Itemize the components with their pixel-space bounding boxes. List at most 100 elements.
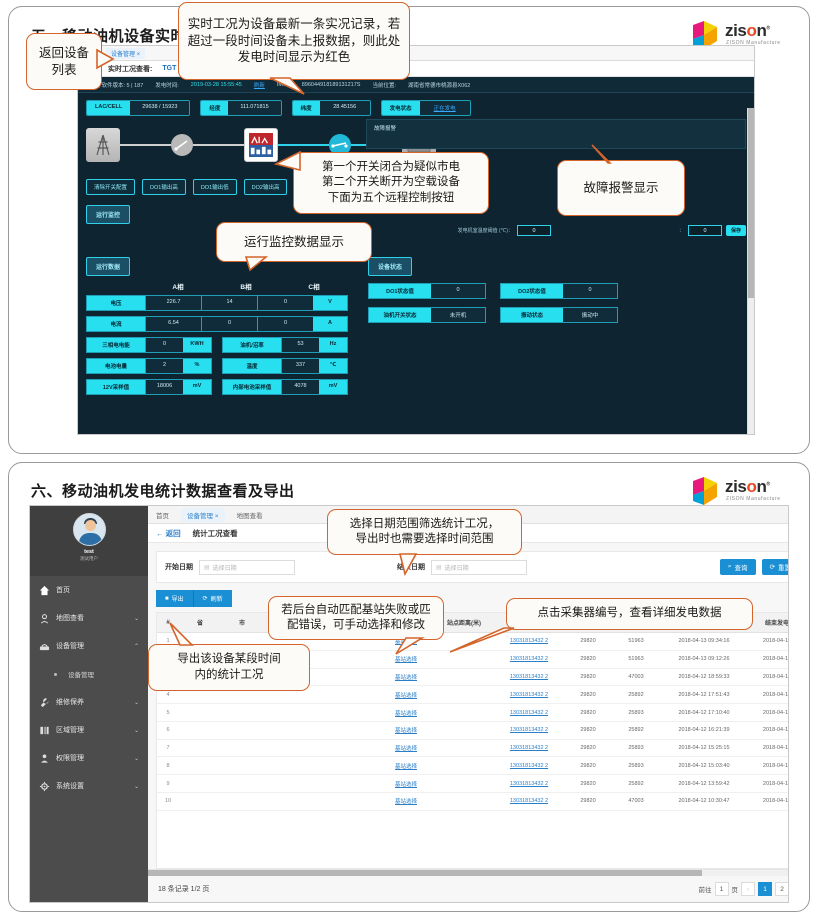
- calendar-icon: ▤: [436, 564, 442, 571]
- avatar[interactable]: [72, 513, 106, 546]
- cell-site-link[interactable]: 基站选择: [377, 756, 435, 776]
- temp-threshold-input[interactable]: 0: [516, 225, 551, 236]
- cell-district: [263, 756, 305, 776]
- device-status-tab[interactable]: 设备状态: [368, 257, 413, 276]
- cell-cellid: 25892: [611, 774, 661, 794]
- cell-end-time: 2018-04-12: [747, 721, 788, 740]
- realtime-status-app: 首页 设备管理 × 返回 实时工况查看: TGT 硬件 | 软件版本: 5 | …: [77, 45, 755, 435]
- run-monitor-tab[interactable]: 运行监控: [86, 205, 131, 224]
- refresh-label: 刷新: [210, 597, 223, 603]
- cell-collector-link[interactable]: 13031813432 2: [493, 792, 565, 811]
- chip-latitude: 纬度 28.45156: [291, 100, 371, 116]
- user-profile: test 测试用户: [30, 506, 148, 576]
- cell-site-link[interactable]: 基站选择: [377, 703, 435, 722]
- user-shield-icon: [39, 753, 50, 764]
- chip-value[interactable]: 正在发电: [419, 101, 470, 115]
- scrollbar-thumb[interactable]: [748, 108, 754, 298]
- run-data-tab[interactable]: 运行数据: [86, 257, 131, 276]
- cell-collector-link[interactable]: 13031813432 2: [493, 756, 565, 776]
- status-chips: LAC/CELL 29638 / 15923 经度 111.071815 纬度 …: [78, 93, 754, 122]
- phase-b-value: 0: [201, 317, 257, 331]
- cell-label: 油机/沼率: [223, 338, 281, 352]
- sidebar-item-maintenance[interactable]: 维修保养 ⌄: [30, 688, 148, 716]
- row-index: 5: [157, 703, 179, 722]
- cell-province: [179, 703, 221, 722]
- cell-site-link[interactable]: 基站选择: [377, 792, 435, 811]
- do1-low-button[interactable]: DO1输出低: [192, 179, 237, 195]
- horizontal-scrollbar[interactable]: ▸: [148, 869, 788, 876]
- item-label: 油机开关状态: [369, 308, 431, 322]
- sidebar-item-system-settings[interactable]: 系统设置 ⌄: [30, 772, 148, 800]
- sidebar-item-label: 首页: [56, 587, 70, 594]
- page-button-1[interactable]: 1: [758, 882, 772, 896]
- start-date-input[interactable]: ▤ 选择日期: [199, 559, 295, 575]
- save-button[interactable]: 保存: [725, 225, 746, 236]
- cell-collector-link[interactable]: 13031813432 2: [493, 703, 565, 722]
- end-date-input[interactable]: ▤ 选择日期: [431, 559, 527, 575]
- chip-key: 经度: [201, 101, 229, 115]
- cell-site-link[interactable]: 基站选择: [377, 721, 435, 740]
- sidebar-item-map[interactable]: 地图查看 ⌄: [30, 604, 148, 632]
- location-label: 当前位置:: [372, 82, 396, 89]
- do2-high-button[interactable]: DO2输出高: [243, 179, 288, 195]
- tab-home[interactable]: 首页: [156, 510, 169, 520]
- cell-site-link[interactable]: 基站选择: [377, 668, 435, 687]
- reset-button[interactable]: ⟳ 重置: [761, 559, 788, 575]
- do1-high-button[interactable]: DO1输出高: [142, 179, 186, 195]
- refresh-link[interactable]: 刷新: [254, 81, 265, 89]
- cell-end-time: 2018-04-12: [747, 739, 788, 758]
- refresh-button[interactable]: ⟳ 刷新: [192, 590, 232, 607]
- back-button[interactable]: ← 返回: [156, 528, 181, 539]
- cell-station-name: [305, 703, 377, 722]
- chip-key: LAC/CELL: [87, 101, 131, 115]
- zison-wordmark: zison®: [725, 21, 770, 40]
- cell-collector-link[interactable]: 13031813432 2: [493, 668, 565, 687]
- sidebar-item-device-management[interactable]: 设备管理 ⌃: [30, 632, 148, 660]
- end-date-placeholder: 选择日期: [444, 565, 469, 572]
- sidebar-item-permission-management[interactable]: 权限管理 ⌄: [30, 744, 148, 772]
- callout-fault-alarm: 故障报警显示: [557, 160, 685, 216]
- station-building-icon: [244, 128, 278, 162]
- cell-city: [221, 739, 263, 758]
- cell-label: 12V采样值: [87, 380, 145, 394]
- section-6-title: 六、移动油机发电统计数据查看及导出: [31, 483, 295, 500]
- main-content: 首页 设备管理 × 地图查看 ← 返回 统计工况查看 开始日期 ▤ 选择日期 结…: [148, 506, 788, 902]
- control-button-row: 清除开关配置 DO1输出高 DO1输出低 DO2输出高: [86, 179, 288, 195]
- clear-switch-config-button[interactable]: 清除开关配置: [86, 179, 136, 195]
- row-label: 电流: [87, 317, 145, 331]
- chevron-up-icon: ⌃: [133, 643, 139, 650]
- cell-start-time: 2018-04-12 13:59:42: [661, 774, 747, 794]
- cell-collector-link[interactable]: 13031813432 2: [493, 721, 565, 740]
- prev-page-button[interactable]: ‹: [741, 882, 755, 896]
- callout-tail-match: [394, 636, 425, 658]
- tab-device-management[interactable]: 设备管理 ×: [181, 507, 225, 522]
- cell-collector-link[interactable]: 13031813432 2: [493, 685, 565, 705]
- cell-collector-link[interactable]: 13031813432 2: [493, 774, 565, 794]
- cell-site-link[interactable]: 基站选择: [377, 774, 435, 794]
- sidebar-subitem-device-management[interactable]: 设备管理: [30, 660, 148, 688]
- cell-site-link[interactable]: 基站选择: [377, 685, 435, 705]
- cell-unit: %: [183, 359, 211, 373]
- phase-c-value: 0: [257, 317, 313, 331]
- search-button[interactable]: ⌕ 查询: [719, 559, 756, 575]
- tab-map-view[interactable]: 地图查看: [237, 510, 263, 520]
- page-button-2[interactable]: 2: [775, 882, 788, 896]
- cell-site-link[interactable]: 基站选择: [377, 739, 435, 758]
- calendar-icon: ▤: [204, 564, 210, 571]
- cell-end-time: 2018-04-12: [747, 756, 788, 776]
- page-input[interactable]: 1: [714, 882, 729, 896]
- cell-collector-link[interactable]: 13031813432 2: [493, 739, 565, 758]
- scrollbar-thumb[interactable]: [148, 870, 703, 876]
- cell-lac: 29820: [565, 703, 611, 722]
- vertical-scrollbar[interactable]: [747, 108, 754, 434]
- cell-lac: 29820: [565, 685, 611, 705]
- export-label: 导出: [171, 597, 184, 603]
- sidebar: test 测试用户 首页 地图查看 ⌄ 设备管理 ⌃ 设备管理 维修保养 ⌄ 区…: [30, 506, 148, 902]
- sidebar-item-home[interactable]: 首页: [30, 576, 148, 604]
- export-button[interactable]: ■ 导出: [156, 590, 193, 607]
- second-field-input[interactable]: 0: [687, 225, 722, 236]
- cell-unit: mV: [183, 380, 211, 394]
- cell-label: 电池电量: [87, 359, 145, 373]
- 12v-sample-cell: 12V采样值 18006 mV: [86, 379, 212, 395]
- sidebar-item-area-management[interactable]: 区域管理 ⌄: [30, 716, 148, 744]
